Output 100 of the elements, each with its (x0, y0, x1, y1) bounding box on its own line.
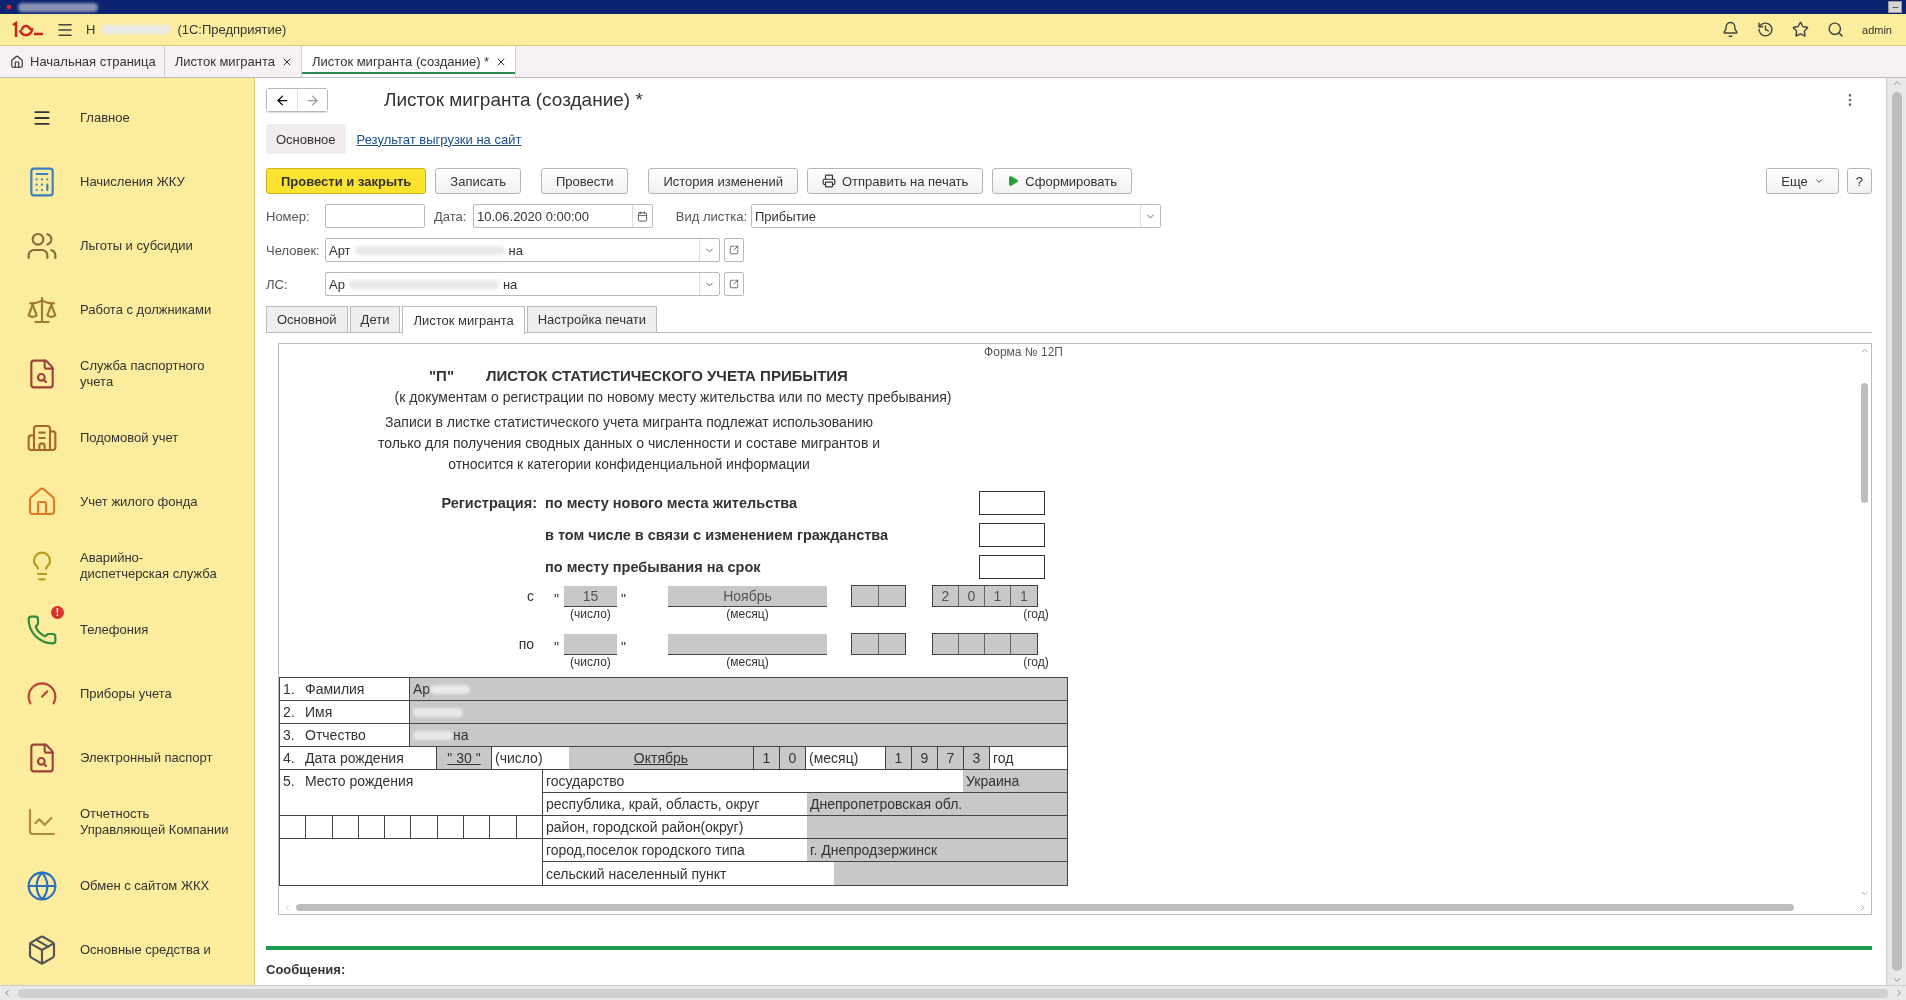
minimize-button[interactable] (1888, 1, 1902, 13)
form-tab[interactable]: Настройка печати (526, 306, 658, 332)
combo-field[interactable]: Прибытие (751, 204, 1161, 228)
scroll-down-icon[interactable] (1859, 889, 1869, 898)
form-tab[interactable]: Дети (349, 306, 401, 332)
combo-field[interactable]: Арт на (325, 238, 720, 262)
day-value (564, 634, 617, 655)
digit-cell: 1 (754, 747, 780, 769)
sidebar-item[interactable]: ! Телефония (0, 598, 254, 662)
sidebar-item[interactable]: Аварийно-диспетчерская служба (0, 534, 254, 598)
combo-field[interactable]: Ар на (325, 272, 720, 296)
checkbox[interactable] (979, 523, 1045, 547)
search-icon[interactable] (1827, 21, 1845, 38)
field-label: Дата: (434, 208, 468, 224)
star-icon[interactable] (1792, 21, 1810, 38)
toolbar-button[interactable]: Отправить на печать (806, 168, 984, 194)
field-value: Ар (329, 276, 345, 292)
scroll-up-icon[interactable] (1859, 346, 1869, 355)
toolbar-button[interactable]: История изменений (648, 168, 798, 194)
row-label: 4. Дата рождения (280, 747, 437, 769)
sidebar-item[interactable]: Главное (0, 86, 254, 150)
sidebar-item[interactable]: Начисления ЖКУ (0, 150, 254, 214)
open-button[interactable] (724, 238, 744, 262)
bell-icon[interactable] (1722, 21, 1740, 38)
scroll-thumb[interactable] (1891, 92, 1902, 971)
open-button[interactable] (724, 272, 744, 296)
form-tab[interactable]: Листок мигранта (402, 306, 525, 334)
scroll-left-icon[interactable] (283, 902, 292, 912)
digit-cell: 0 (780, 747, 806, 769)
app-product: (1С:Предприятие) (177, 22, 287, 37)
home-icon (10, 54, 24, 69)
digit-cell: 7 (938, 747, 964, 769)
year-caption: (год) (1022, 607, 1050, 623)
month-value: Октябрь (569, 747, 754, 769)
month-caption: (месяц) (806, 747, 886, 769)
help-button[interactable]: ? (1846, 168, 1872, 194)
page-scrollbar[interactable] (1886, 78, 1906, 985)
document-subtitle: (к документам о регистрации по новому месту жительства или по месту пребывания) (393, 388, 953, 407)
table-cell: г. Днепродзержинск (807, 839, 1068, 861)
window-tab[interactable]: Листок мигранта (создание) * (302, 46, 517, 77)
quote-mark: " (554, 591, 560, 607)
day-value: " 30 " (437, 747, 492, 769)
form-mark: "П" (429, 367, 454, 384)
sidebar-item[interactable]: Учет жилого фонда (0, 470, 254, 534)
scroll-left-icon[interactable] (2, 988, 12, 998)
document-title: ЛИСТОК СТАТИСТИЧЕСКОГО УЧЕТА ПРИБЫТИЯ (486, 367, 848, 384)
toolbar-button[interactable]: Сформировать (992, 168, 1132, 194)
registration-label: Регистрация: (440, 495, 538, 511)
form-tab[interactable]: Основной (266, 306, 348, 332)
sidebar-item[interactable]: Приборы учета (0, 662, 254, 726)
more-button[interactable]: Еще (1766, 168, 1839, 194)
logo-icon (10, 20, 44, 39)
forward-arrow-icon (305, 92, 320, 108)
row-label: 5. Место рождения (283, 773, 414, 789)
sidebar-item[interactable]: Отчетность Управляющей Компании (0, 790, 254, 854)
scroll-right-icon[interactable] (1858, 902, 1867, 912)
year-caption: год (990, 747, 1068, 769)
sidebar-item[interactable]: Обмен с сайтом ЖКХ (0, 854, 254, 918)
caret-icon (1813, 176, 1824, 186)
section-link[interactable]: Результат выгрузки на сайт (346, 124, 532, 154)
back-button[interactable] (267, 89, 297, 111)
month-value: Ноябрь (668, 586, 827, 607)
sidebar-item[interactable]: Основные средства и (0, 918, 254, 982)
checkbox[interactable] (979, 491, 1045, 515)
sidebar-item[interactable]: Электронный паспорт (0, 726, 254, 790)
month-caption: (месяц) (725, 655, 770, 671)
scroll-thumb[interactable] (18, 988, 1888, 998)
page-horizontal-scrollbar[interactable] (0, 985, 1906, 1000)
day-value: 15 (564, 586, 617, 607)
toolbar-button[interactable]: Провести и закрыть (266, 168, 427, 194)
sidebar-item[interactable]: Льготы и субсидии (0, 214, 254, 278)
scroll-thumb[interactable] (296, 903, 1794, 911)
section-tab[interactable]: Основное (266, 124, 346, 154)
sidebar-item[interactable]: Работа с должниками (0, 278, 254, 342)
field-label: Человек: (266, 242, 321, 258)
toolbar-button[interactable]: Провести (540, 168, 629, 194)
window-tab[interactable]: Начальная страница (0, 46, 165, 77)
app-name: Н (86, 22, 96, 37)
month-caption: (месяц) (725, 607, 770, 623)
sidebar-item[interactable]: Подомовой учет (0, 406, 254, 470)
digit-cell: 1 (886, 747, 912, 769)
scroll-down-icon[interactable] (1891, 975, 1902, 985)
field-label: Номер: (266, 208, 311, 224)
form-title: Листок мигранта (создание) * (384, 89, 643, 111)
scroll-right-icon[interactable] (1894, 988, 1904, 998)
scroll-up-icon[interactable] (1891, 78, 1902, 88)
input-field[interactable] (325, 204, 425, 228)
user-name[interactable]: admin (1862, 23, 1892, 36)
date-field[interactable]: 10.06.2020 0:00:00 (473, 204, 653, 228)
redaction-smudge (413, 730, 453, 740)
history-icon[interactable] (1757, 21, 1775, 38)
logo-icon (4, 2, 14, 12)
scroll-thumb[interactable] (1860, 383, 1868, 503)
checkbox[interactable] (979, 555, 1045, 579)
toolbar-button[interactable]: Записать (435, 168, 521, 194)
period-prefix: по (517, 635, 535, 654)
field-value: Арт (329, 242, 351, 258)
year-caption: (год) (1022, 655, 1050, 671)
sidebar-item[interactable]: Служба паспортного учета (0, 342, 254, 406)
redaction-smudge (430, 684, 471, 694)
